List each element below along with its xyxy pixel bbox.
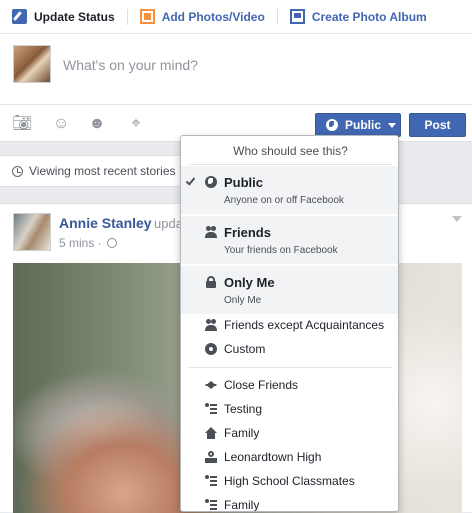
location-icon[interactable]: ⌖ (127, 116, 145, 132)
list-option-close-friends[interactable]: Close Friends (181, 373, 398, 397)
tab-update-status[interactable]: Update Status (0, 0, 127, 34)
globe-icon (205, 176, 217, 188)
option-label: High School Classmates (224, 474, 355, 488)
option-label: Close Friends (224, 378, 299, 392)
privacy-option-public[interactable]: Public Anyone on or off Facebook (181, 166, 398, 214)
list-icon (205, 499, 217, 511)
option-label: Public (224, 175, 264, 190)
list-icon (205, 475, 217, 487)
tab-label: Update Status (34, 9, 115, 24)
globe-icon (106, 238, 117, 248)
clock-icon (12, 165, 23, 177)
option-label: Leonardtown High (224, 450, 322, 464)
photo-icon (139, 9, 155, 24)
option-label: Custom (224, 342, 266, 356)
pencil-icon (12, 9, 27, 24)
friends-icon (205, 226, 217, 238)
list-option-family-2[interactable]: Family (181, 493, 398, 512)
user-avatar[interactable] (13, 45, 51, 83)
star-icon (205, 381, 217, 389)
story-timestamp[interactable]: 5 mins · (59, 236, 102, 250)
tag-people-icon[interactable]: ☺︎ (52, 116, 70, 132)
option-description: Your friends on Facebook (224, 245, 338, 256)
tab-label: Create Photo Album (311, 9, 427, 24)
camera-icon[interactable]: 📷︎ (12, 116, 32, 132)
tab-create-photo-album[interactable]: Create Photo Album (278, 0, 439, 34)
privacy-dropdown: Who should see this? Public Anyone on or… (180, 135, 399, 512)
house-icon (205, 427, 217, 439)
option-label: Friends except Acquaintances (224, 318, 385, 332)
option-description: Anyone on or off Facebook (224, 195, 344, 206)
divider (189, 367, 392, 368)
chevron-down-icon[interactable] (452, 216, 462, 222)
list-option-family[interactable]: Family (181, 421, 398, 445)
option-label: Friends (224, 225, 271, 240)
tab-add-photos-video[interactable]: Add Photos/Video (128, 0, 277, 34)
list-icon (205, 403, 217, 415)
privacy-label: Public (345, 118, 382, 132)
author-avatar[interactable] (13, 213, 51, 251)
privacy-option-custom[interactable]: Custom (181, 337, 398, 361)
privacy-option-only-me[interactable]: Only Me Only Me (181, 266, 398, 314)
feed-sort-indicator[interactable]: Viewing most recent stories · (0, 155, 200, 187)
checkmark-icon (185, 175, 196, 186)
list-option-high-school-classmates[interactable]: High School Classmates (181, 469, 398, 493)
author-name[interactable]: Annie Stanley (59, 215, 152, 231)
privacy-option-friends-except[interactable]: Friends except Acquaintances (181, 313, 398, 337)
school-icon (205, 451, 217, 463)
option-label: Only Me (224, 275, 275, 290)
story-meta: 5 mins · (59, 236, 117, 250)
viewing-text: Viewing most recent stories · (29, 164, 183, 178)
option-label: Family (224, 498, 260, 512)
status-composer: Update Status Add Photos/Video Create Ph… (0, 0, 472, 142)
option-label: Family (224, 426, 260, 440)
option-description: Only Me (224, 295, 262, 306)
feeling-icon[interactable]: ☻︎ (88, 116, 106, 132)
globe-icon (326, 119, 338, 131)
gear-icon (205, 343, 217, 355)
privacy-selector-button[interactable]: Public (315, 113, 401, 137)
status-input[interactable]: What's on your mind? (63, 57, 198, 73)
divider (189, 164, 392, 165)
dropdown-header: Who should see this? (233, 144, 348, 158)
option-label: Testing (224, 402, 263, 416)
album-icon (289, 9, 305, 24)
lock-icon (205, 276, 217, 288)
friends-except-icon (205, 319, 217, 331)
chevron-down-icon (388, 122, 397, 128)
post-button[interactable]: Post (409, 113, 466, 137)
privacy-option-friends[interactable]: Friends Your friends on Facebook (181, 216, 398, 264)
composer-tabs: Update Status Add Photos/Video Create Ph… (0, 0, 472, 34)
list-option-testing[interactable]: Testing (181, 397, 398, 421)
tab-label: Add Photos/Video (161, 9, 265, 24)
story-action-text: upda (154, 216, 183, 231)
list-option-leonardtown-high[interactable]: Leonardtown High (181, 445, 398, 469)
